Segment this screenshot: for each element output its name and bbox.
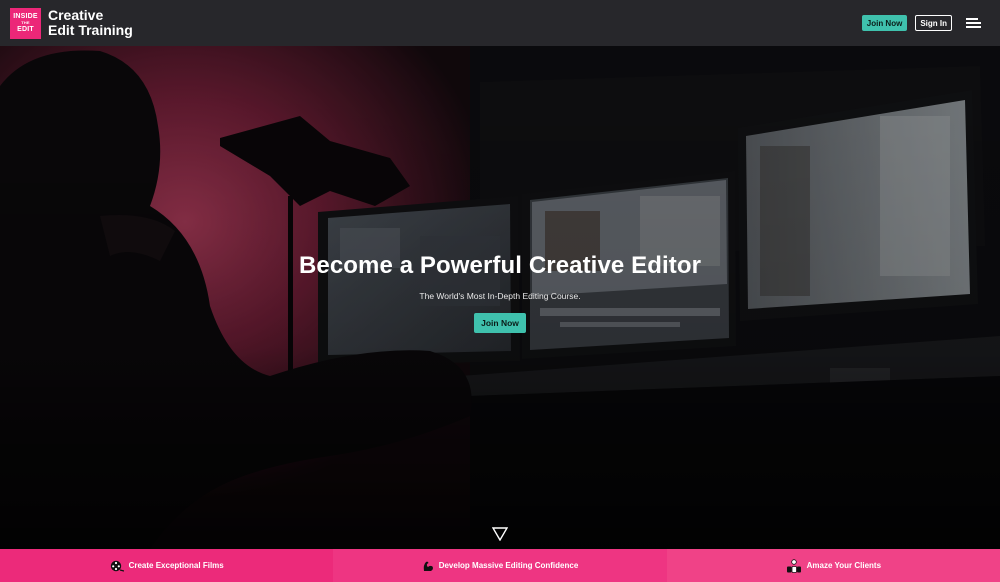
inside-the-edit-logo[interactable]: INSIDE THE EDIT xyxy=(10,7,41,39)
top-navigation-bar: INSIDE THE EDIT Creative Edit Training J… xyxy=(0,0,1000,46)
flexed-arm-icon xyxy=(423,561,433,571)
hamburger-menu-icon[interactable] xyxy=(966,17,982,29)
logo-line-inside: INSIDE xyxy=(13,13,38,20)
hero-join-now-button[interactable]: Join Now xyxy=(474,313,526,333)
logo-line-edit: EDIT xyxy=(17,26,34,33)
hero-content: Become a Powerful Creative Editor The Wo… xyxy=(0,252,1000,333)
feature-label: Create Exceptional Films xyxy=(128,561,224,570)
hero-title: Become a Powerful Creative Editor xyxy=(298,252,702,279)
audience-icon xyxy=(786,558,801,573)
brand-name[interactable]: Creative Edit Training xyxy=(48,8,133,37)
hero-section: Become a Powerful Creative Editor The Wo… xyxy=(0,46,1000,549)
feature-label: Amaze Your Clients xyxy=(806,561,882,570)
brand-line-creative: Creative xyxy=(48,7,104,24)
feature-label: Develop Massive Editing Confidence xyxy=(438,561,579,570)
down-triangle-icon[interactable] xyxy=(492,527,508,541)
sign-in-button[interactable]: Sign In xyxy=(915,15,952,31)
feature-create-films[interactable]: Create Exceptional Films xyxy=(0,549,334,582)
feature-amaze-clients[interactable]: Amaze Your Clients xyxy=(666,549,1000,582)
logo-line-the: THE xyxy=(21,20,30,25)
feature-strip: Create Exceptional Films Develop Massive… xyxy=(0,549,1000,582)
header-join-now-button[interactable]: Join Now xyxy=(861,15,908,31)
film-reel-icon xyxy=(110,560,124,572)
hero-subtitle: The World's Most In-Depth Editing Course… xyxy=(419,291,581,301)
brand-line-edit-training: Edit Training xyxy=(48,22,133,38)
feature-editing-confidence[interactable]: Develop Massive Editing Confidence xyxy=(333,549,667,582)
header-actions: Join Now Sign In xyxy=(861,15,990,31)
